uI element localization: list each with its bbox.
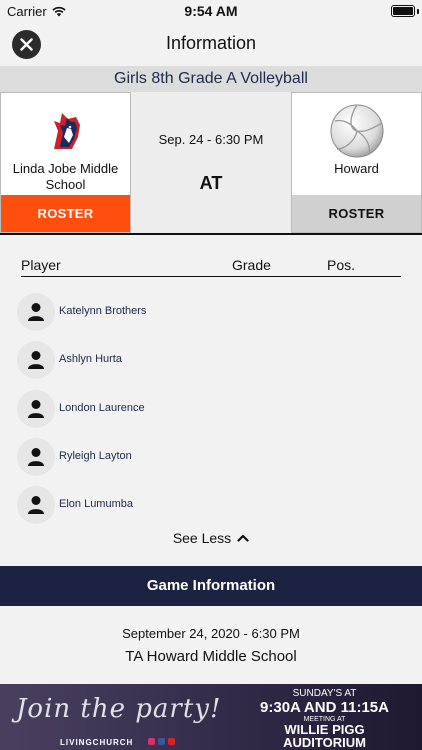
instagram-icon	[148, 738, 155, 745]
home-team-card: Linda Jobe Middle School ROSTER	[0, 92, 131, 233]
person-icon	[28, 447, 44, 466]
avatar	[17, 389, 55, 428]
facebook-icon	[158, 738, 165, 745]
nav-bar: Information	[0, 22, 422, 66]
list-item[interactable]: London Laurence	[17, 386, 407, 434]
volleyball-icon	[330, 104, 383, 158]
youtube-icon	[168, 738, 175, 745]
ad-social-icons	[148, 738, 175, 745]
roster-table-header: Player Grade Pos.	[21, 257, 401, 277]
list-item[interactable]: Ashlyn Hurta	[17, 337, 407, 385]
battery-cap	[417, 9, 419, 14]
game-info-location: TA Howard Middle School	[125, 648, 297, 665]
avatar	[17, 486, 55, 525]
away-team-card: Howard ROSTER	[291, 92, 422, 233]
away-team-name: Howard	[334, 161, 379, 176]
ad-church-name: LIVINGCHURCH	[60, 738, 134, 747]
status-time: 9:54 AM	[184, 3, 238, 19]
ad-banner[interactable]: Join the party! LIVINGCHURCH SUNDAY'S AT…	[0, 684, 422, 750]
column-header-grade: Grade	[232, 257, 271, 273]
see-less-button[interactable]: See Less	[0, 530, 422, 546]
player-list: Katelynn Brothers Ashlyn Hurta London La…	[17, 289, 407, 530]
battery-icon	[391, 5, 415, 17]
column-header-player: Player	[21, 257, 61, 273]
column-header-pos: Pos.	[327, 257, 356, 273]
game-date: Sep. 24 - 6:30 PM	[158, 132, 264, 147]
home-roster-button[interactable]: ROSTER	[1, 195, 130, 232]
list-item[interactable]: Elon Lumumba	[17, 482, 407, 530]
person-icon	[28, 351, 44, 370]
home-team-logo	[1, 101, 130, 161]
player-name: Ryleigh Layton	[59, 449, 132, 462]
ad-line: 9:30A AND 11:15A	[260, 699, 389, 716]
status-bar: Carrier 9:54 AM	[0, 0, 422, 22]
see-less-label: See Less	[172, 530, 232, 546]
list-item[interactable]: Ryleigh Layton	[17, 434, 407, 482]
away-roster-button[interactable]: ROSTER	[292, 195, 421, 232]
avatar	[17, 341, 55, 380]
ad-schedule: SUNDAY'S AT 9:30A AND 11:15A MEETING AT …	[247, 688, 402, 749]
avatar	[17, 437, 55, 476]
avatar	[17, 293, 55, 331]
ad-script-text: Join the party!	[16, 694, 222, 724]
player-name: London Laurence	[59, 401, 145, 414]
horse-mascot-icon	[53, 113, 80, 149]
list-item[interactable]: Katelynn Brothers	[17, 289, 407, 337]
game-info-datetime: September 24, 2020 - 6:30 PM	[122, 626, 300, 641]
player-name: Katelynn Brothers	[59, 305, 147, 317]
home-team-name: Linda Jobe Middle School	[12, 161, 119, 192]
game-center-info: Sep. 24 - 6:30 PM AT	[131, 92, 291, 233]
game-information-header: Game Information	[0, 566, 422, 606]
ad-line: SUNDAY'S AT	[292, 688, 357, 699]
chevron-up-icon	[237, 534, 249, 542]
person-icon	[28, 496, 44, 515]
page-title: Information	[165, 33, 257, 53]
at-label: AT	[199, 173, 223, 193]
matchup-panel: Linda Jobe Middle School ROSTER Sep. 24 …	[0, 92, 422, 235]
away-team-logo	[292, 101, 421, 161]
game-title: Girls 8th Grade A Volleyball	[0, 66, 422, 92]
person-icon	[28, 303, 44, 321]
player-name: Elon Lumumba	[59, 498, 133, 511]
player-name: Ashlyn Hurta	[59, 353, 122, 366]
ad-line: AUDITORIUM	[283, 735, 366, 750]
person-icon	[28, 399, 44, 418]
